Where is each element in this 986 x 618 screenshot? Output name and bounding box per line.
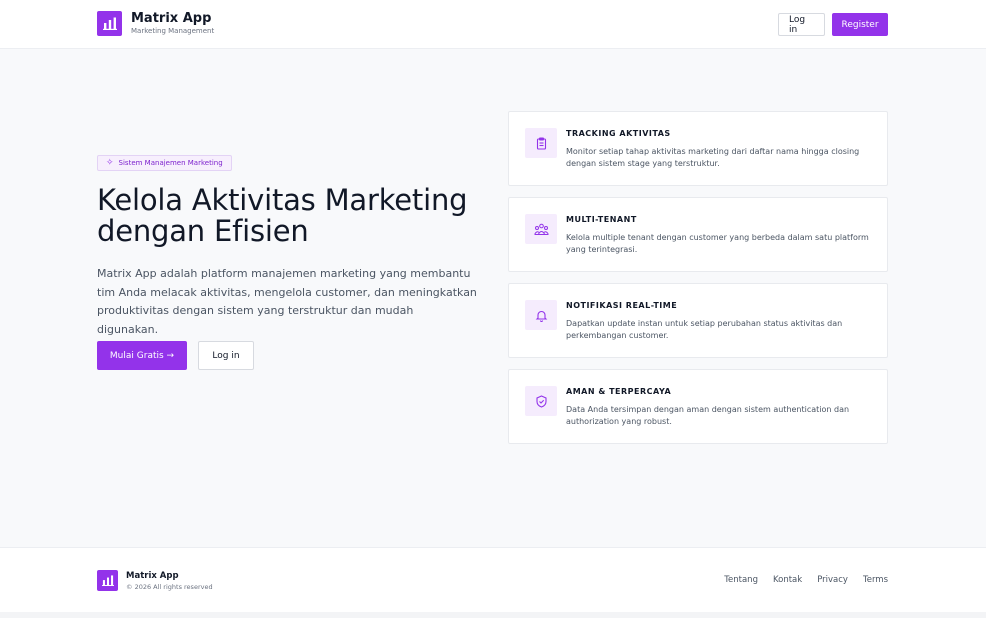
header-login-button[interactable]: Log in <box>778 13 825 36</box>
feature-title: NOTIFIKASI REAL-TIME <box>566 301 678 310</box>
feature-card-tracking: TRACKING AKTIVITAS Monitor setiap tahap … <box>508 111 888 186</box>
sparkle-icon: ✧ <box>106 158 114 168</box>
feature-card-multi-tenant: MULTI-TENANT Kelola multiple tenant deng… <box>508 197 888 272</box>
clipboard-icon <box>525 128 557 158</box>
bottom-strip <box>0 612 986 618</box>
feature-title: TRACKING AKTIVITAS <box>566 129 671 138</box>
footer-link-tentang[interactable]: Tentang <box>724 575 758 585</box>
start-free-button[interactable]: Mulai Gratis → <box>97 341 187 370</box>
brand[interactable]: Matrix App Marketing Management <box>97 11 214 36</box>
footer-link-kontak[interactable]: Kontak <box>773 575 802 585</box>
app-subtitle: Marketing Management <box>131 27 215 35</box>
users-icon <box>525 214 557 244</box>
feature-title: MULTI-TENANT <box>566 215 637 224</box>
hero-login-button[interactable]: Log in <box>198 341 254 370</box>
feature-card-notification: NOTIFIKASI REAL-TIME Dapatkan update ins… <box>508 283 888 358</box>
feature-title: AMAN & TERPERCAYA <box>566 387 672 396</box>
footer-app-name: Matrix App <box>126 570 179 581</box>
top-navbar: Matrix App Marketing Management Log in R… <box>0 0 986 49</box>
feature-description: Data Anda tersimpan dengan aman dengan s… <box>566 405 850 426</box>
footer-links: Tentang Kontak Privacy Terms <box>724 575 888 585</box>
hero-title-line-1: Kelola Aktivitas Marketing <box>97 183 468 217</box>
shield-check-icon <box>525 386 557 416</box>
hero-description: Matrix App adalah platform manajemen mar… <box>97 267 477 336</box>
hero-title-line-2: dengan Efisien <box>97 214 309 248</box>
footer-brand: Matrix App © 2026 All rights reserved <box>97 570 213 591</box>
feature-description: Dapatkan update instan untuk setiap peru… <box>566 319 843 340</box>
footer-link-terms[interactable]: Terms <box>863 575 888 585</box>
feature-description: Monitor setiap tahap aktivitas marketing… <box>566 147 860 168</box>
app-name: Matrix App <box>131 11 212 26</box>
hero-badge: ✧ Sistem Manajemen Marketing <box>97 155 232 171</box>
feature-description: Kelola multiple tenant dengan customer y… <box>566 233 869 254</box>
badge-label: Sistem Manajemen Marketing <box>118 159 223 167</box>
footer-link-privacy[interactable]: Privacy <box>817 575 848 585</box>
register-button[interactable]: Register <box>832 13 888 36</box>
hero-title: Kelola Aktivitas Marketing dengan Efisie… <box>97 185 507 247</box>
footer-copyright: © 2026 All rights reserved <box>126 582 213 591</box>
feature-card-security: AMAN & TERPERCAYA Data Anda tersimpan de… <box>508 369 888 444</box>
bar-chart-icon <box>97 570 118 591</box>
bell-icon <box>525 300 557 330</box>
bar-chart-icon <box>97 11 122 36</box>
footer: Matrix App © 2026 All rights reserved Te… <box>0 547 986 612</box>
